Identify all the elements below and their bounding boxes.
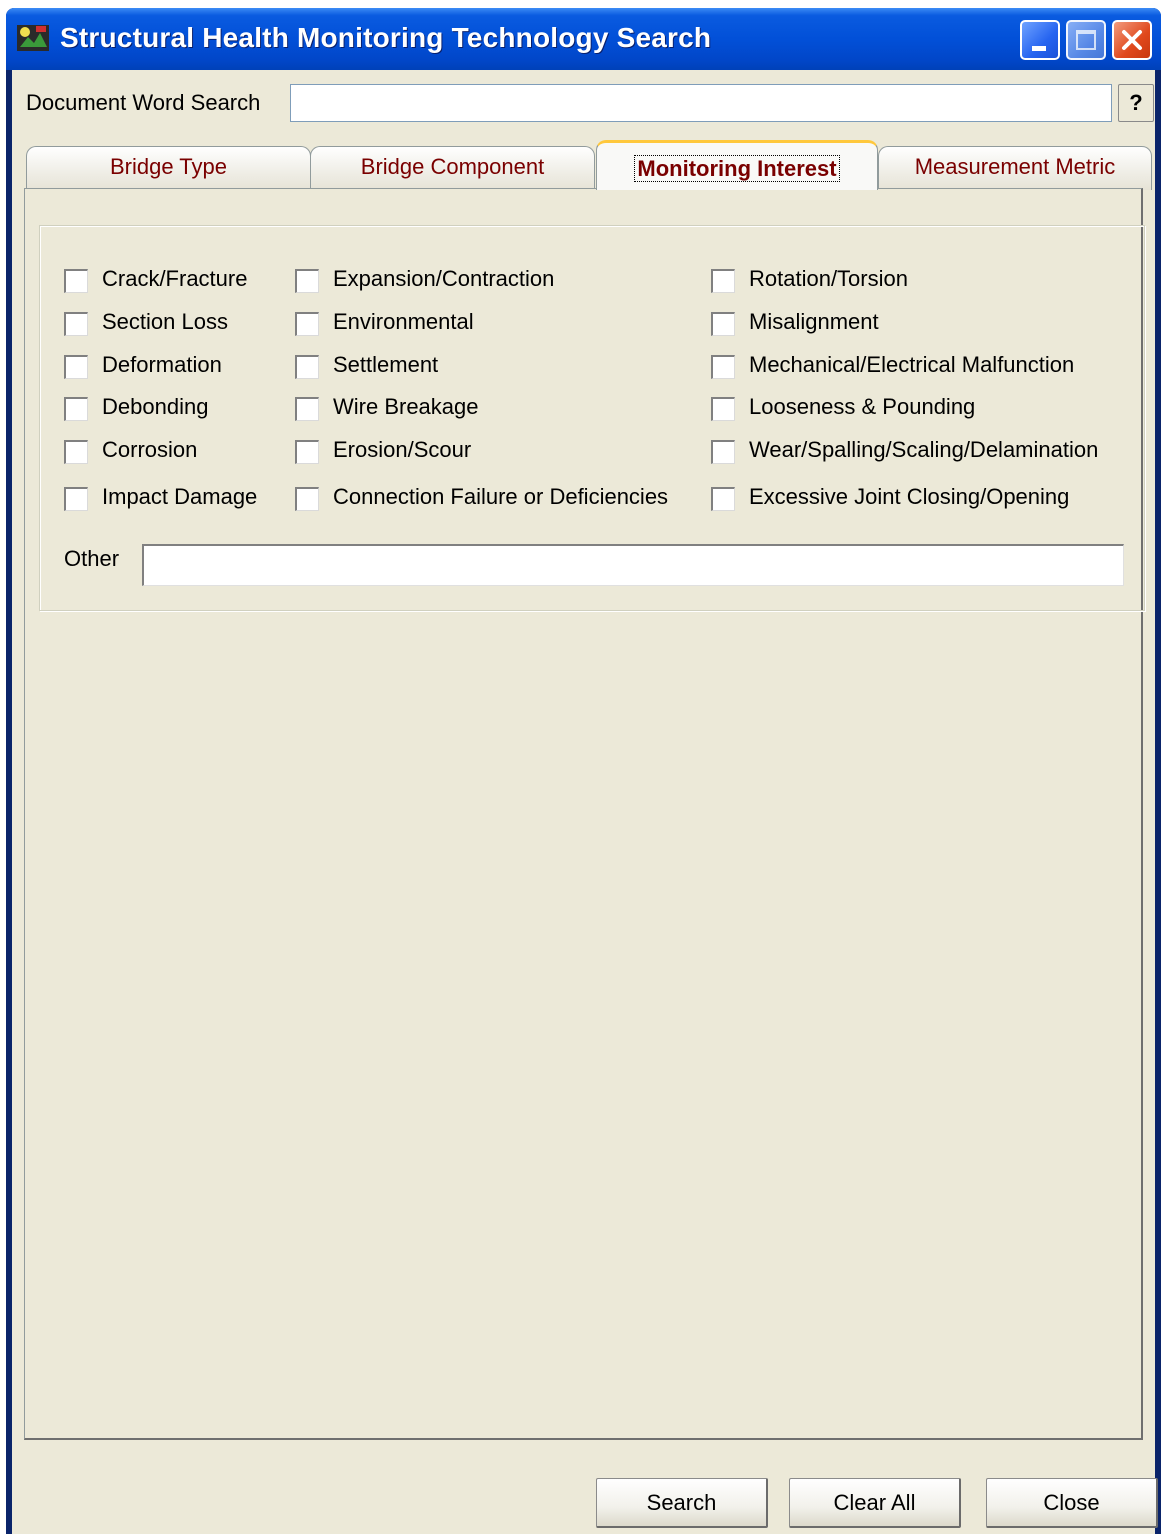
clear-all-button[interactable]: Clear All: [789, 1478, 961, 1528]
checkbox-label[interactable]: Looseness & Pounding: [749, 394, 975, 420]
tab-monitoring-interest[interactable]: Monitoring Interest: [596, 140, 878, 190]
monitoring-interest-group: Crack/Fracture Section Loss Deformation …: [39, 225, 1145, 611]
checkbox-label[interactable]: Impact Damage: [102, 484, 257, 510]
window-title: Structural Health Monitoring Technology …: [60, 22, 712, 53]
checkbox-wire-breakage[interactable]: [295, 397, 319, 421]
checkbox-misalignment[interactable]: [711, 312, 735, 336]
checkbox-corrosion[interactable]: [64, 440, 88, 464]
checkbox-label[interactable]: Rotation/Torsion: [749, 266, 908, 292]
minimize-button[interactable]: [1020, 20, 1060, 60]
tab-measurement-metric[interactable]: Measurement Metric: [878, 146, 1152, 190]
dialog-client: Document Word Search ? Bridge Type Bridg…: [12, 70, 1158, 1534]
title-bar[interactable]: Structural Health Monitoring Technology …: [6, 8, 1161, 70]
checkbox-label[interactable]: Misalignment: [749, 309, 879, 335]
checkbox-label[interactable]: Connection Failure or Deficiencies: [333, 484, 668, 510]
checkbox-label[interactable]: Crack/Fracture: [102, 266, 247, 292]
checkbox-section-loss[interactable]: [64, 312, 88, 336]
tab-label: Bridge Component: [360, 154, 545, 179]
other-label: Other: [64, 546, 120, 571]
checkbox-label[interactable]: Section Loss: [102, 309, 228, 335]
document-word-search-label: Document Word Search: [26, 90, 261, 115]
help-button[interactable]: ?: [1118, 84, 1154, 122]
checkbox-connection-failure[interactable]: [295, 487, 319, 511]
checkbox-wear-spalling[interactable]: [711, 440, 735, 464]
checkbox-label[interactable]: Wear/Spalling/Scaling/Delamination: [749, 437, 1098, 463]
checkbox-expansion-contraction[interactable]: [295, 269, 319, 293]
close-button[interactable]: Close: [986, 1478, 1158, 1528]
checkbox-impact-damage[interactable]: [64, 487, 88, 511]
other-input[interactable]: [142, 544, 1124, 586]
tab-panel: Crack/Fracture Section Loss Deformation …: [24, 188, 1145, 1440]
app-window: Structural Health Monitoring Technology …: [6, 8, 1161, 1534]
close-icon: [1122, 30, 1142, 50]
maximize-button[interactable]: [1066, 20, 1106, 60]
tab-bridge-component[interactable]: Bridge Component: [310, 146, 595, 190]
checkbox-mechanical-electrical[interactable]: [711, 355, 735, 379]
checkbox-deformation[interactable]: [64, 355, 88, 379]
checkbox-settlement[interactable]: [295, 355, 319, 379]
checkbox-label[interactable]: Deformation: [102, 352, 222, 378]
checkbox-label[interactable]: Corrosion: [102, 437, 197, 463]
tab-label: Bridge Type: [109, 154, 227, 179]
checkbox-label[interactable]: Wire Breakage: [333, 394, 479, 420]
checkbox-label[interactable]: Erosion/Scour: [333, 437, 471, 463]
document-word-search-input[interactable]: [290, 84, 1112, 122]
checkbox-label[interactable]: Excessive Joint Closing/Opening: [749, 484, 1069, 510]
checkbox-label[interactable]: Expansion/Contraction: [333, 266, 554, 292]
tab-bridge-type[interactable]: Bridge Type: [26, 146, 311, 190]
checkbox-label[interactable]: Debonding: [102, 394, 208, 420]
close-window-button[interactable]: [1112, 20, 1152, 60]
checkbox-rotation-torsion[interactable]: [711, 269, 735, 293]
checkbox-label[interactable]: Mechanical/Electrical Malfunction: [749, 352, 1074, 378]
tab-label: Monitoring Interest: [634, 155, 840, 182]
checkbox-crack-fracture[interactable]: [64, 269, 88, 293]
checkbox-excessive-joint[interactable]: [711, 487, 735, 511]
checkbox-label[interactable]: Environmental: [333, 309, 474, 335]
maximize-icon: [1076, 30, 1096, 50]
app-icon: [17, 25, 49, 51]
checkbox-label[interactable]: Settlement: [333, 352, 438, 378]
checkbox-erosion-scour[interactable]: [295, 440, 319, 464]
checkbox-environmental[interactable]: [295, 312, 319, 336]
search-button[interactable]: Search: [596, 1478, 768, 1528]
checkbox-debonding[interactable]: [64, 397, 88, 421]
tab-label: Measurement Metric: [914, 154, 1116, 179]
minimize-icon: [1032, 46, 1046, 51]
checkbox-looseness-pounding[interactable]: [711, 397, 735, 421]
